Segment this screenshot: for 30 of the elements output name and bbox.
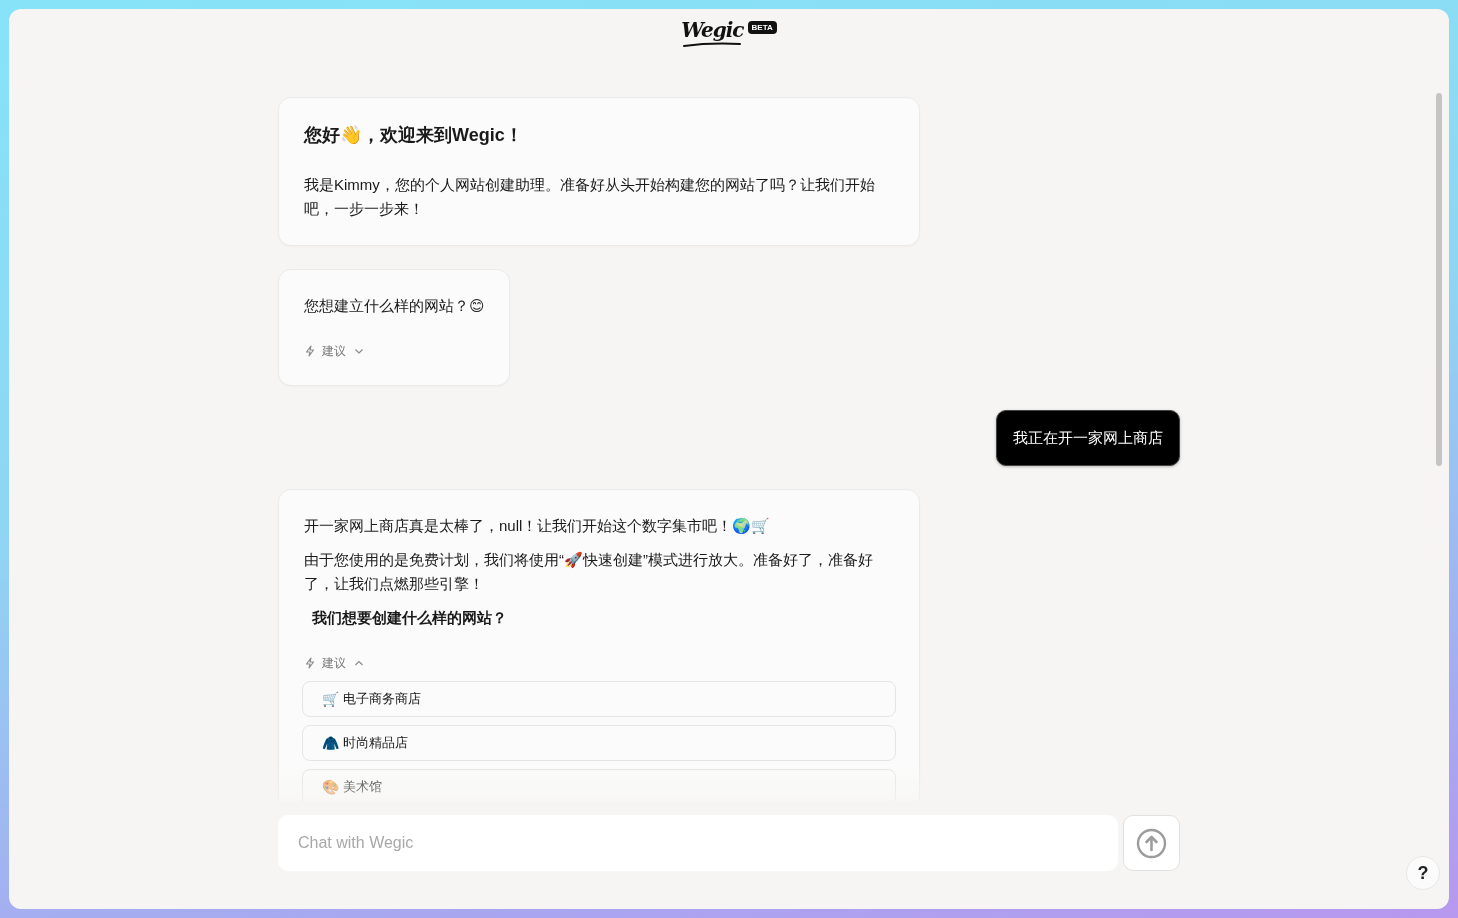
suggestion-label: 电子商务商店 bbox=[343, 690, 421, 708]
help-button[interactable]: ? bbox=[1406, 856, 1440, 890]
suggestion-option[interactable]: 🧥 时尚精品店 bbox=[302, 725, 896, 761]
message-text: 由于您使用的是免费计划，我们将使用“🚀快速创建”模式进行放大。准备好了，准备好了，让我们点燃那些引擎！ bbox=[304, 550, 874, 594]
suggestions-toggle[interactable]: 建议 bbox=[304, 341, 364, 361]
arrow-up-circle-icon bbox=[1136, 827, 1167, 859]
scrollbar-thumb[interactable] bbox=[1436, 93, 1442, 466]
suggestion-label: 美术馆 bbox=[343, 778, 382, 796]
logo-swoosh-icon bbox=[682, 41, 743, 47]
beta-badge: BETA bbox=[747, 20, 777, 34]
chat-input[interactable]: Chat with Wegic bbox=[278, 815, 1118, 871]
suggestion-option[interactable]: 🛒 电子商务商店 bbox=[302, 681, 896, 717]
emoji-icon: 🎨 bbox=[322, 779, 339, 795]
suggestions-toggle[interactable]: 建议 bbox=[304, 653, 364, 673]
logo-wordmark: Wegic bbox=[681, 17, 744, 42]
suggestion-label: 时尚精品店 bbox=[343, 734, 408, 752]
user-message: 我正在开一家网上商店 bbox=[996, 410, 1180, 466]
lightning-icon bbox=[304, 657, 316, 669]
chevron-up-icon bbox=[354, 658, 364, 668]
message-question: 我们想要创建什么样的网站？ bbox=[311, 608, 508, 628]
message-text: 您想建立什么样的网站？😊 bbox=[304, 296, 485, 316]
suggestion-option[interactable]: 🎨 美术馆 bbox=[302, 769, 896, 801]
emoji-icon: 🧥 bbox=[322, 735, 339, 751]
message-title: 您好👋，欢迎来到Wegic！ bbox=[304, 124, 524, 147]
lightning-icon bbox=[304, 345, 316, 357]
message-text: 我是Kimmy，您的个人网站创建助理。准备好从头开始构建您的网站了吗？让我们开始吧，一步一步来！ bbox=[304, 175, 876, 219]
send-button[interactable] bbox=[1123, 815, 1180, 871]
emoji-icon: 🛒 bbox=[322, 691, 339, 707]
message-text: 开一家网上商店真是太棒了，null！让我们开始这个数字集市吧！🌍🛒 bbox=[304, 516, 772, 536]
chevron-down-icon bbox=[354, 346, 364, 356]
